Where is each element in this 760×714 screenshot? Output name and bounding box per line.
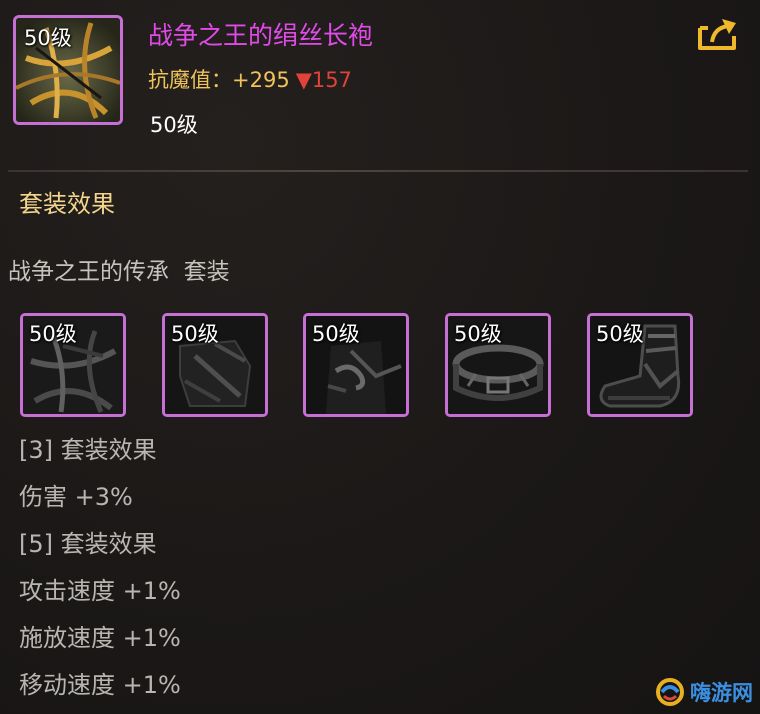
set-piece-level: 50级 [596,322,644,346]
item-icon-silk-robe[interactable]: 50级 [13,15,123,125]
watermark-text: 嗨游网 [690,681,753,705]
set-piece-level: 50级 [312,322,360,346]
share-button[interactable] [694,14,742,54]
stat-decrease: ▼157 [295,68,352,92]
item-level-badge: 50级 [24,26,72,50]
effect-tier-5-header: [5] 套装效果 [19,530,157,558]
set-piece-shoes[interactable]: 50级 [587,313,693,417]
effect-move-speed: 移动速度 +1% [19,671,181,699]
effect-attack-speed: 攻击速度 +1% [19,577,181,605]
set-piece-belt[interactable]: 50级 [445,313,551,417]
set-piece-robe[interactable]: 50级 [20,313,126,417]
divider [8,170,748,172]
set-piece-level: 50级 [171,322,219,346]
effect-damage: 伤害 +3% [19,483,133,511]
item-level-text: 50级 [150,113,198,137]
site-logo-icon [656,678,684,706]
set-piece-pants[interactable]: 50级 [303,313,409,417]
set-name: 战争之王的传承 套装 [8,259,230,285]
set-piece-shoulder[interactable]: 50级 [162,313,268,417]
set-effect-title: 套装效果 [19,190,115,218]
effect-cast-speed: 施放速度 +1% [19,624,181,652]
item-tooltip-panel: 50级 战争之王的绢丝长袍 抗魔值：+295 ▼157 50级 套装效果 战争之… [0,0,760,714]
magic-resist-stat: 抗魔值：+295 ▼157 [148,64,352,94]
effect-tier-3-header: [3] 套装效果 [19,436,157,464]
stat-label: 抗魔值： [148,68,232,92]
stat-increase: +295 [232,68,290,92]
item-name: 战争之王的绢丝长袍 [148,21,374,50]
share-export-icon [698,19,736,50]
set-piece-level: 50级 [29,322,77,346]
site-watermark: 嗨游网 [656,676,753,708]
set-piece-level: 50级 [454,322,502,346]
